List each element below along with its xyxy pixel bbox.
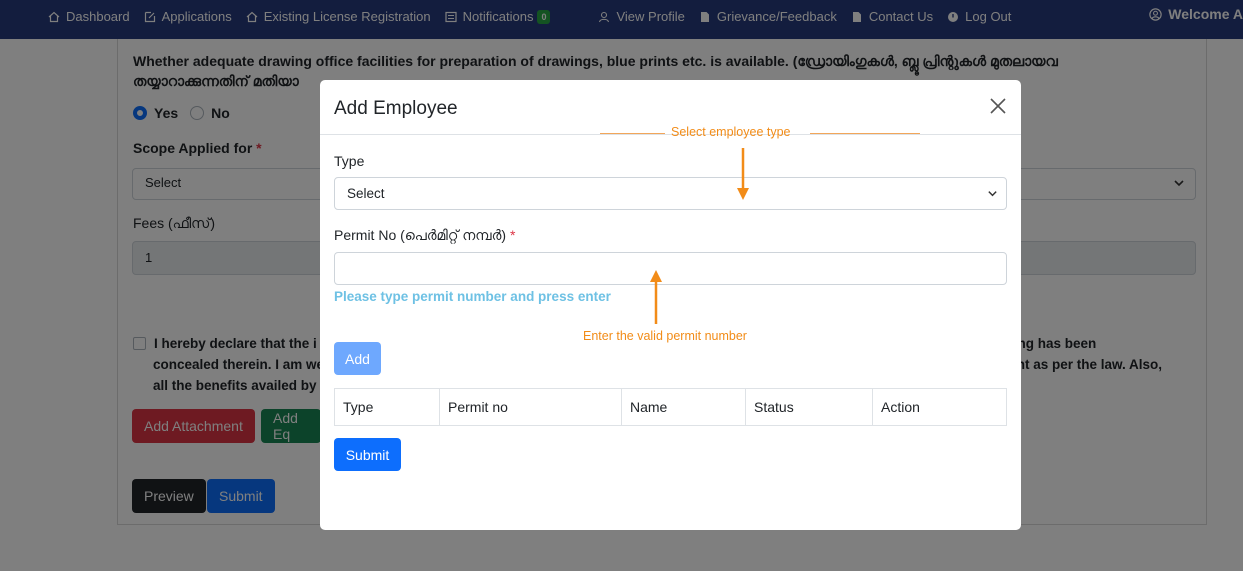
arrow-down-icon	[737, 148, 749, 200]
add-employee-modal: Add Employee Type Select Permit No (പെർമ…	[320, 80, 1021, 530]
modal-title: Add Employee	[334, 98, 458, 119]
required-asterisk: *	[509, 227, 516, 243]
col-type: Type	[334, 388, 440, 426]
annotation-enter-permit: Enter the valid permit number	[583, 329, 747, 343]
col-permit-no: Permit no	[439, 388, 622, 426]
annotation-select-type: Select employee type	[671, 125, 791, 139]
permit-hint: Please type permit number and press ente…	[334, 289, 611, 304]
col-status: Status	[745, 388, 873, 426]
col-action: Action	[872, 388, 1007, 426]
annotation-line-left	[600, 133, 665, 134]
add-employee-button[interactable]: Add	[334, 342, 381, 375]
permit-number-input[interactable]	[334, 252, 1007, 285]
close-icon[interactable]	[989, 97, 1007, 115]
employee-type-select[interactable]: Select	[334, 177, 1007, 210]
chevron-down-icon	[988, 191, 997, 197]
annotation-line-right	[810, 133, 920, 134]
permit-label: Permit No (പെർമിറ്റ് നമ്പർ) *	[334, 227, 515, 244]
type-label: Type	[334, 153, 365, 169]
arrow-up-icon	[650, 270, 662, 324]
employee-type-value: Select	[347, 186, 385, 201]
col-name: Name	[621, 388, 746, 426]
permit-label-text: Permit No (പെർമിറ്റ് നമ്പർ)	[334, 227, 507, 243]
table-header-row: Type Permit no Name Status Action	[334, 388, 1007, 426]
modal-submit-button[interactable]: Submit	[334, 438, 401, 471]
employee-table: Type Permit no Name Status Action	[334, 388, 1007, 426]
